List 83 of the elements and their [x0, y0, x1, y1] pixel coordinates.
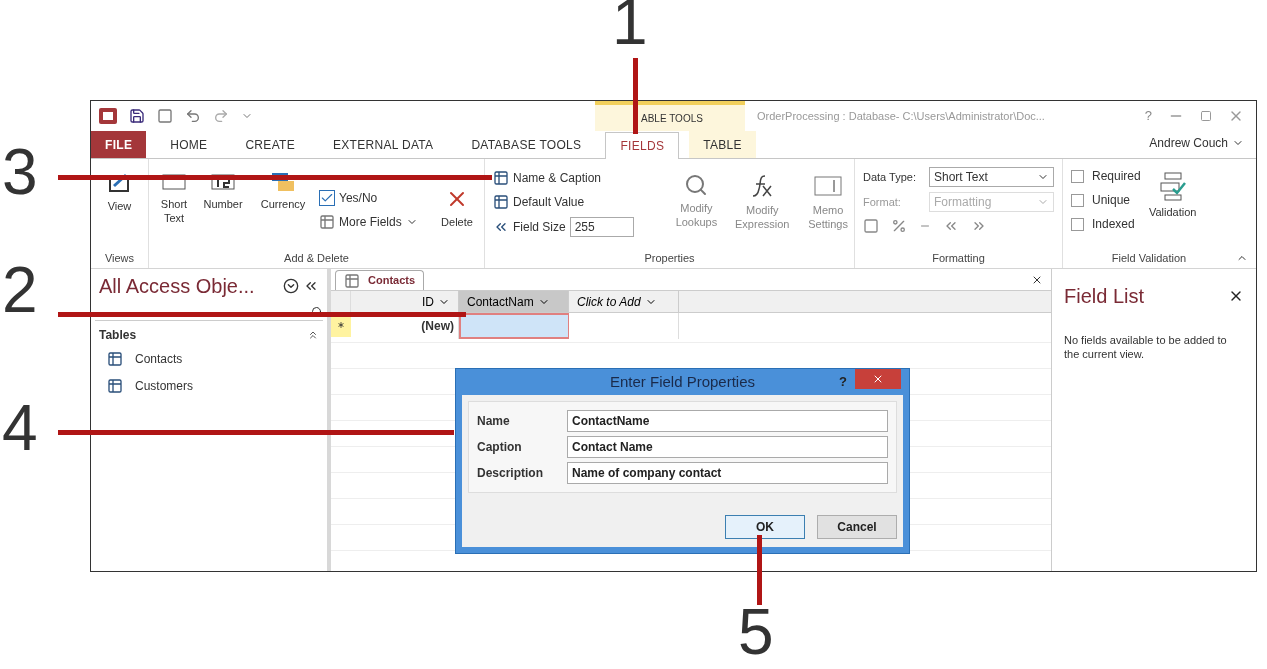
field-label: Name	[477, 413, 511, 430]
table-icon	[107, 350, 123, 367]
ribbon-tab[interactable]: HOME	[156, 131, 222, 158]
validation-icon	[1158, 171, 1187, 201]
ribbon-tab[interactable]: FIELDS	[605, 132, 680, 159]
cancel-button[interactable]: Cancel	[817, 515, 897, 539]
ribbon-tab[interactable]: TABLE	[689, 131, 756, 158]
ribbon-tab[interactable]: DATABASE TOOLS	[457, 131, 596, 158]
collapse-section-icon[interactable]	[307, 329, 319, 341]
input-field[interactable]: Contact Name	[567, 436, 888, 458]
table-icon	[344, 272, 360, 289]
navigation-item[interactable]: Customers	[91, 372, 327, 399]
redo-icon[interactable]	[213, 108, 229, 124]
dialog-title: Enter Field Properties	[609, 371, 756, 392]
ribbon-button[interactable]: Modify Expression	[730, 169, 795, 237]
save-icon[interactable]	[129, 108, 145, 124]
contextual-group-label: ABLE TOOLS	[641, 111, 703, 126]
help-button[interactable]: ?	[839, 372, 847, 392]
data-type-label: Data Type:	[863, 169, 917, 185]
group-label: Field Validation	[1111, 250, 1187, 266]
checkbox[interactable]: Required	[1071, 167, 1141, 185]
navigation-title: All Access Obje...	[99, 274, 255, 299]
ribbon-tab[interactable]: EXTERNAL DATA	[319, 131, 448, 158]
memo-icon	[813, 173, 844, 199]
ribbon-button[interactable]: Memo Settings	[802, 169, 854, 237]
ribbon-button[interactable]: Delete	[435, 167, 479, 231]
format-label: Format:	[863, 194, 902, 210]
group-label: Add & Delete	[284, 250, 349, 266]
group-label: Views	[104, 250, 135, 266]
ribbon-button[interactable]: Number	[195, 167, 251, 231]
navigation-item[interactable]: Contacts	[91, 345, 327, 372]
user-menu[interactable]: Andrew Couch	[1149, 134, 1244, 152]
window-icon[interactable]	[157, 108, 173, 124]
lookup-icon	[684, 173, 709, 197]
ribbon-button[interactable]: Short Text	[157, 167, 191, 231]
column-header[interactable]: Click to Add	[569, 291, 679, 312]
selected-cell[interactable]	[459, 313, 569, 339]
pane-message: No fields available to be added to the current view.	[1064, 333, 1228, 361]
checkbox[interactable]: Unique	[1071, 191, 1141, 209]
ribbon-tab[interactable]: CREATE	[231, 131, 309, 158]
checkbox-icon	[319, 190, 335, 206]
callout-number: 5	[738, 596, 774, 668]
data-type-dropdown[interactable]: Short Text	[929, 167, 1054, 187]
close-icon	[872, 373, 884, 385]
checkbox[interactable]: Indexed	[1071, 215, 1141, 233]
window-title: OrderProcessing : Database- C:\Users\Administrator\Doc...	[757, 108, 1045, 124]
currency-format-icon[interactable]	[863, 218, 879, 234]
number-type-icon	[210, 171, 236, 193]
field-size-input[interactable]: 255	[569, 217, 634, 237]
dropdown-icon[interactable]	[283, 278, 299, 294]
help-button[interactable]: ?	[1144, 106, 1152, 126]
column-header[interactable]: ContactNam	[459, 291, 569, 312]
undo-icon[interactable]	[185, 108, 201, 124]
callout-number: 2	[2, 254, 38, 326]
group-label: Properties	[644, 250, 695, 266]
more-fields-button[interactable]: More Fields	[319, 213, 431, 231]
close-icon[interactable]	[1031, 274, 1043, 286]
input-field[interactable]: Name of company contact	[567, 462, 888, 484]
ribbon-button[interactable]: Validation	[1140, 167, 1205, 233]
text-type-icon	[161, 171, 187, 193]
input-field[interactable]: ContactName	[567, 410, 888, 432]
yes-no-button[interactable]: Yes/No	[319, 189, 431, 207]
callout-number: 3	[2, 136, 38, 208]
default-value-button[interactable]: Default Value	[493, 193, 663, 211]
name-caption-button[interactable]: Name & Caption	[493, 169, 663, 187]
field-size-label: Field Size	[513, 219, 566, 236]
file-tab[interactable]: FILE	[91, 131, 147, 158]
ok-button[interactable]: OK	[725, 515, 805, 539]
field-label: Description	[477, 465, 544, 482]
callout-number: 4	[2, 392, 38, 464]
percent-icon[interactable]	[891, 218, 907, 234]
default-value-icon	[493, 194, 509, 210]
group-label: Formatting	[932, 250, 985, 266]
ribbon-button[interactable]: Modify Lookups	[670, 169, 723, 237]
fields-icon	[319, 214, 335, 230]
caption-icon	[493, 170, 509, 186]
section-header: Tables	[99, 327, 137, 344]
pane-title: Field List	[1064, 284, 1145, 309]
restore-icon[interactable]	[1200, 110, 1212, 122]
table-icon	[107, 377, 123, 394]
document-tab[interactable]: Contacts	[335, 270, 425, 290]
app-logo-icon	[99, 107, 117, 125]
field-label: Caption	[477, 439, 523, 456]
